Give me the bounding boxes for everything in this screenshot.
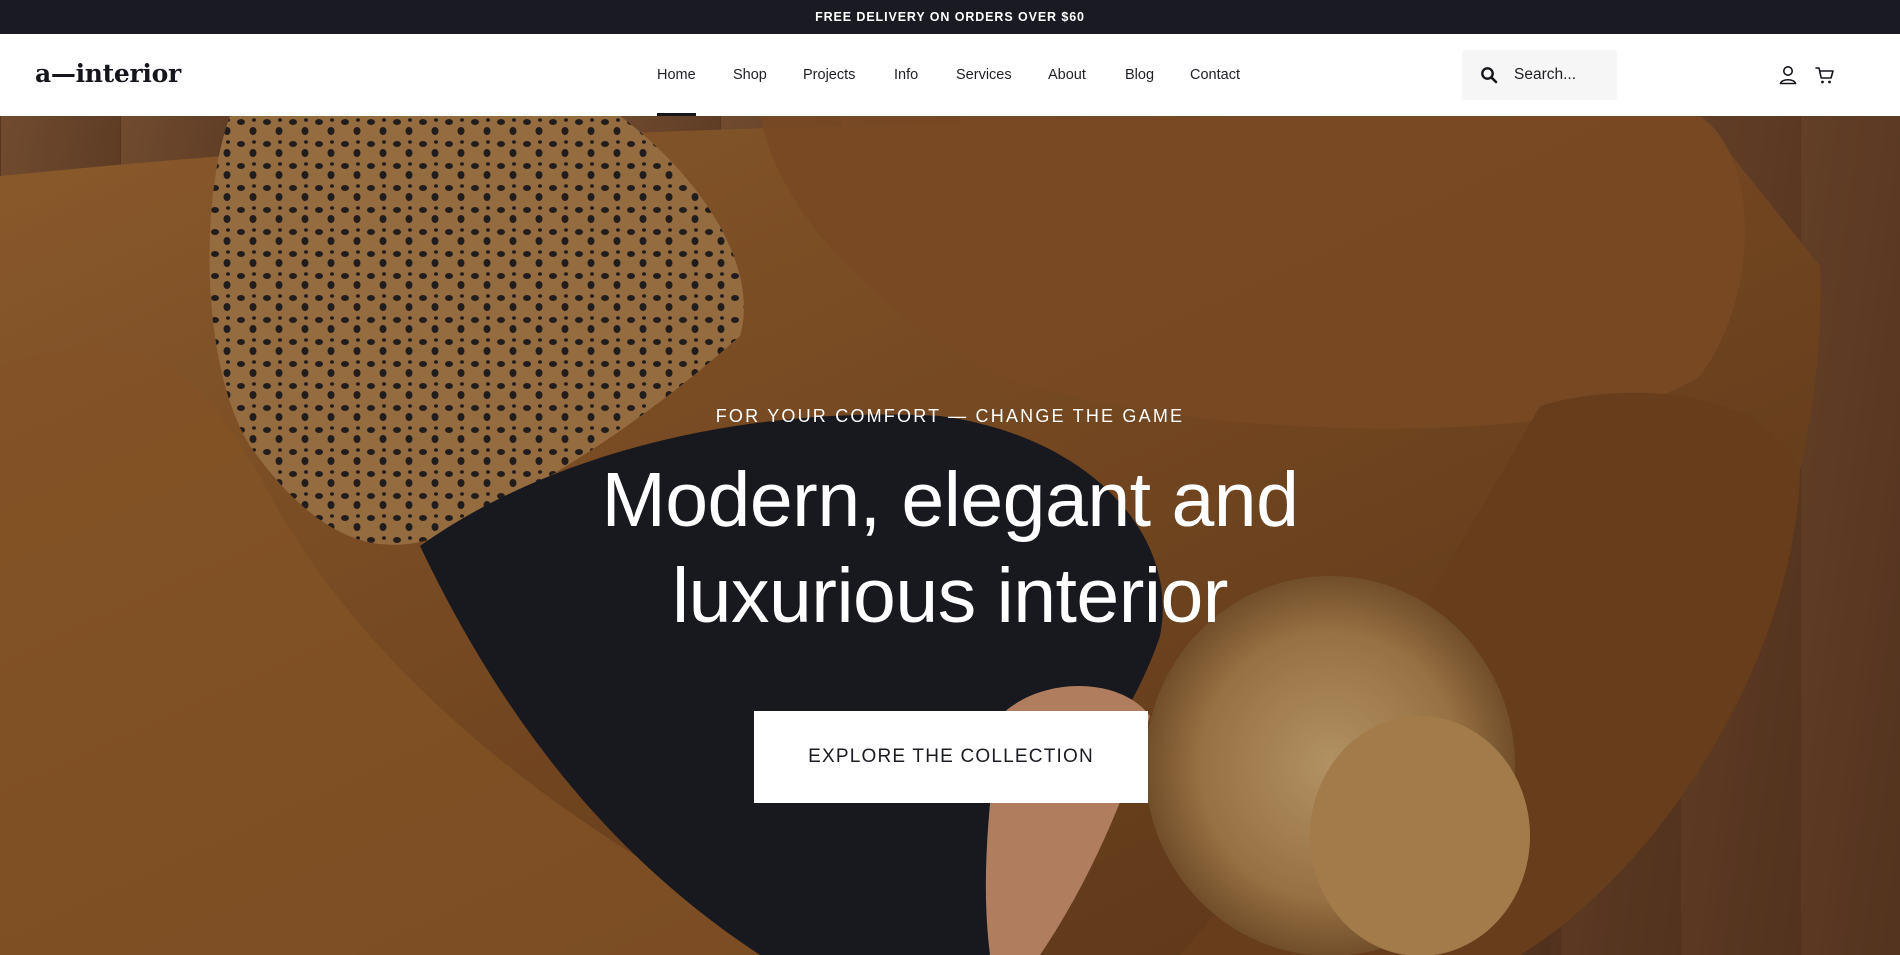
hero-headline-line2: luxurious interior: [672, 553, 1228, 639]
cart-icon[interactable]: [1814, 64, 1836, 86]
announcement-text: FREE DELIVERY ON ORDERS OVER $60: [815, 10, 1085, 24]
site-header: a—interior Home Shop Projects Info Servi…: [0, 34, 1900, 116]
nav-blog[interactable]: Blog: [1125, 34, 1154, 116]
hero-eyebrow: FOR YOUR COMFORT — CHANGE THE GAME: [715, 406, 1185, 426]
site-logo[interactable]: a—interior: [35, 59, 181, 88]
nav-home[interactable]: Home: [657, 34, 696, 116]
user-icon[interactable]: [1777, 64, 1799, 86]
hero-section: FOR YOUR COMFORT — CHANGE THE GAME Moder…: [0, 116, 1900, 955]
hero-headline: Modern, elegant and luxurious interior: [0, 452, 1900, 644]
hero-content: FOR YOUR COMFORT — CHANGE THE GAME Moder…: [0, 116, 1900, 955]
nav-about[interactable]: About: [1048, 34, 1086, 116]
search-icon[interactable]: [1480, 66, 1498, 84]
nav-services[interactable]: Services: [956, 34, 1012, 116]
explore-collection-button[interactable]: EXPLORE THE COLLECTION: [754, 711, 1148, 803]
search-input[interactable]: [1514, 63, 1609, 87]
announcement-bar: FREE DELIVERY ON ORDERS OVER $60: [0, 0, 1900, 34]
hero-headline-line1: Modern, elegant and: [601, 457, 1299, 543]
nav-info[interactable]: Info: [894, 34, 918, 116]
nav-shop[interactable]: Shop: [733, 34, 767, 116]
nav-projects[interactable]: Projects: [803, 34, 855, 116]
nav-contact[interactable]: Contact: [1190, 34, 1240, 116]
search-box[interactable]: [1462, 50, 1617, 100]
